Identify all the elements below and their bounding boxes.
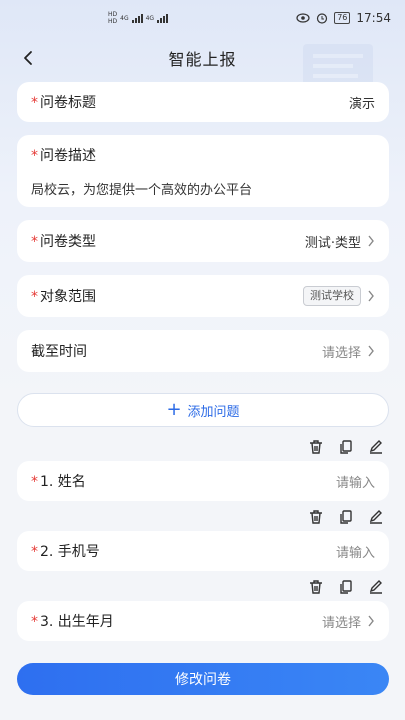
question-3-label: 3. 出生年月: [40, 614, 114, 630]
copy-icon[interactable]: [337, 438, 355, 456]
eye-icon: [296, 13, 310, 23]
edit-icon[interactable]: [367, 508, 385, 526]
trash-icon[interactable]: [307, 438, 325, 456]
alarm-icon: [317, 13, 328, 24]
question-1-label-group: * 1. 姓名: [31, 471, 86, 491]
signal-group-1: 4G: [120, 15, 128, 22]
required-mark: *: [31, 95, 38, 111]
back-button[interactable]: [14, 44, 42, 72]
target-scope-label-group: * 对象范围: [31, 286, 96, 306]
question-3-value-group: 请选择: [322, 612, 375, 631]
page-title: 智能上报: [168, 50, 237, 69]
question-2-row[interactable]: * 2. 手机号 请输入: [17, 531, 389, 571]
survey-desc-value: 局校云，为您提供一个高效的办公平台: [31, 182, 253, 198]
required-mark: *: [31, 544, 38, 560]
add-question-label: 添加问题: [187, 404, 240, 420]
survey-desc-label: 问卷描述: [40, 147, 96, 164]
survey-type-label: 问卷类型: [40, 234, 96, 250]
question-2-label-group: * 2. 手机号: [31, 541, 100, 561]
question-3-placeholder: 请选择: [321, 615, 361, 631]
sig-label-1: 4G: [120, 14, 129, 22]
copy-icon[interactable]: [337, 508, 355, 526]
question-1-row[interactable]: * 1. 姓名 请输入: [17, 461, 389, 501]
target-scope-value-group: 测试学校: [303, 286, 375, 306]
required-mark: *: [31, 289, 38, 305]
net-label-2: HD: [108, 18, 118, 25]
target-scope-field[interactable]: * 对象范围 测试学校: [17, 275, 389, 317]
signal-icon-2: [157, 13, 169, 23]
survey-type-value-group: 测试·类型: [305, 232, 375, 251]
question-2-placeholder: 请输入: [335, 545, 375, 561]
nav-bar: 智能上报: [0, 40, 405, 76]
status-bar: HD HD 4G 4G 76 17:54: [0, 0, 405, 36]
sig-label-2: 4G: [145, 14, 155, 22]
survey-title-label-group: * 问卷标题: [31, 92, 96, 112]
chevron-right-icon: [368, 615, 374, 627]
network-type: HD HD: [108, 11, 117, 25]
deadline-value-group: 请选择: [322, 342, 375, 361]
battery-icon: 76: [334, 12, 351, 24]
required-mark: *: [31, 234, 38, 250]
survey-desc-label-group: * 问卷描述: [31, 145, 96, 165]
edit-icon[interactable]: [367, 578, 385, 596]
question-3-label-group: * 3. 出生年月: [31, 611, 114, 631]
question-2-label: 2. 手机号: [40, 544, 100, 560]
chevron-right-icon: [368, 290, 374, 302]
survey-title-field[interactable]: * 问卷标题 演示: [17, 82, 389, 122]
deadline-label: 截至时间: [31, 344, 87, 360]
signal-icon: [131, 13, 143, 23]
target-scope-label: 对象范围: [40, 289, 96, 305]
signal-group-2: 4G: [146, 15, 154, 22]
clock-time: 17:54: [356, 11, 391, 25]
edit-icon[interactable]: [367, 438, 385, 456]
chevron-right-icon: [368, 345, 374, 357]
modify-survey-button[interactable]: 修改问卷: [17, 663, 389, 695]
plus-icon: +: [166, 399, 182, 420]
chevron-right-icon: [368, 235, 374, 247]
required-mark: *: [31, 614, 38, 630]
deadline-field[interactable]: 截至时间 请选择: [17, 330, 389, 372]
trash-icon[interactable]: [307, 578, 325, 596]
add-question-button[interactable]: + 添加问题: [17, 393, 389, 427]
survey-title-value: 演示: [348, 96, 375, 112]
deadline-placeholder: 请选择: [321, 345, 361, 361]
survey-type-value: 测试·类型: [304, 235, 361, 251]
question-1-actions: [307, 438, 385, 456]
question-1-placeholder: 请输入: [335, 475, 375, 491]
required-mark: *: [31, 147, 38, 164]
target-scope-tag: 测试学校: [303, 286, 361, 306]
survey-title-label: 问卷标题: [40, 95, 96, 111]
trash-icon[interactable]: [307, 508, 325, 526]
question-2-actions: [307, 508, 385, 526]
survey-type-label-group: * 问卷类型: [31, 231, 96, 251]
question-3-actions: [307, 578, 385, 596]
status-right: 76 17:54: [296, 11, 391, 25]
required-mark: *: [31, 474, 38, 490]
survey-type-field[interactable]: * 问卷类型 测试·类型: [17, 220, 389, 262]
copy-icon[interactable]: [337, 578, 355, 596]
net-label-1: HD: [108, 11, 118, 18]
question-3-row[interactable]: * 3. 出生年月 请选择: [17, 601, 389, 641]
question-1-label: 1. 姓名: [40, 474, 86, 490]
network-indicators: HD HD 4G 4G: [108, 11, 169, 25]
survey-description-field[interactable]: * 问卷描述 局校云，为您提供一个高效的办公平台: [17, 135, 389, 207]
chevron-left-icon: [24, 51, 32, 65]
